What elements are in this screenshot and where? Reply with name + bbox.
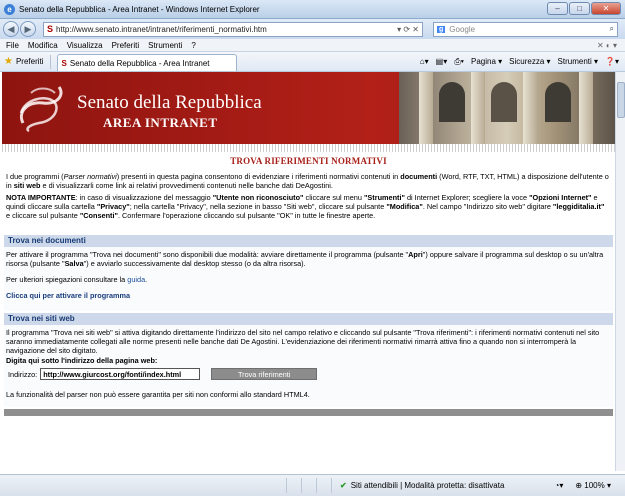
command-bar: ⌂▾ ▤▾ ⎙▾ Pagina ▾ Sicurezza ▾ Strumenti … — [413, 57, 625, 67]
cmd-sicurezza[interactable]: Sicurezza ▾ — [509, 57, 550, 66]
minimize-button[interactable]: – — [547, 2, 568, 15]
cmd-strumenti[interactable]: Strumenti ▾ — [558, 57, 598, 66]
internet-explorer-icon: e — [4, 3, 15, 15]
building-photo — [399, 72, 615, 144]
dotted-separator — [2, 144, 615, 152]
status-bar: ✔ Siti attendibili | Modalità protetta: … — [0, 474, 625, 496]
print-icon[interactable]: ⎙▾ — [454, 57, 464, 67]
window-title: Senato della Repubblica - Area Intranet … — [19, 4, 260, 14]
activate-program-link[interactable]: Clicca qui per attivare il programma — [6, 291, 610, 300]
site-banner: Senato della Repubblica AREA INTRANET — [2, 72, 615, 144]
vertical-scrollbar[interactable] — [615, 72, 625, 471]
page-title: TROVA RIFERIMENTI NORMATIVI — [230, 156, 387, 166]
google-icon: g — [437, 25, 446, 33]
web-text: Il programma "Trova nei siti web" si att… — [6, 328, 600, 355]
menu-file[interactable]: File — [6, 41, 19, 50]
footer-bar — [4, 409, 613, 416]
section-web-heading: Trova nei siti web — [4, 313, 613, 325]
favorites-star-icon[interactable]: ★ — [4, 56, 13, 67]
menu-modifica[interactable]: Modifica — [28, 41, 58, 50]
search-placeholder: Google — [449, 24, 476, 34]
banner-subtitle: AREA INTRANET — [103, 115, 218, 130]
trusted-check-icon: ✔ — [340, 481, 347, 490]
tab-title: Senato della Repubblica - Area Intranet — [69, 58, 210, 68]
feeds-icon[interactable]: ▤▾ — [436, 57, 448, 66]
menu-strumenti[interactable]: Strumenti — [148, 41, 182, 50]
home-icon[interactable]: ⌂▾ — [420, 57, 429, 66]
help-icon[interactable]: ❓▾ — [605, 57, 619, 66]
menu-visualizza[interactable]: Visualizza — [67, 41, 103, 50]
refresh-stop-icons[interactable]: ▾ ⟳ ✕ — [397, 25, 422, 34]
search-input[interactable]: g Google ⌕ — [433, 21, 618, 37]
back-button[interactable]: ◀ — [3, 21, 19, 37]
scrollbar-thumb[interactable] — [617, 82, 625, 118]
important-note: NOTA IMPORTANTE: in caso di visualizzazi… — [6, 193, 605, 220]
input-label: Indirizzo: — [8, 369, 38, 379]
guide-link[interactable]: guida — [127, 275, 145, 284]
maximize-button[interactable]: □ — [569, 2, 590, 15]
site-address-input[interactable] — [40, 368, 201, 380]
senato-logo — [19, 86, 63, 133]
menu-preferiti[interactable]: Preferiti — [112, 41, 140, 50]
address-toolbar: ◀ ▶ S http://www.senato.intranet/intrane… — [0, 19, 625, 39]
forward-button[interactable]: ▶ — [20, 21, 36, 37]
status-cells — [272, 478, 332, 493]
input-heading: Digita qui sotto l'indirizzo della pagin… — [6, 356, 158, 365]
status-tools-icon[interactable]: ◔▾ — [554, 481, 563, 490]
menu-help[interactable]: ? — [191, 41, 195, 50]
separator — [49, 54, 51, 69]
toolbar-extras-icon[interactable]: ✕ ◐ ▾ — [597, 41, 617, 50]
menu-bar: File Modifica Visualizza Preferiti Strum… — [0, 39, 625, 52]
favorites-bar: ★ Preferiti S Senato della Repubblica - … — [0, 52, 625, 72]
page-content: Senato della Repubblica AREA INTRANET TR… — [2, 72, 615, 471]
banner-title: Senato della Repubblica — [77, 92, 262, 113]
guide-line: Per ulteriori spiegazioni consultare la … — [6, 275, 148, 284]
search-icon[interactable]: ⌕ — [610, 24, 614, 34]
docs-text: Per attivare il programma "Trova nei doc… — [6, 250, 604, 268]
close-window-button[interactable]: ✕ — [591, 2, 621, 15]
tab-favicon-icon: S — [61, 58, 67, 68]
security-zone-text[interactable]: Siti attendibili | Modalità protetta: di… — [351, 481, 505, 490]
address-row: Indirizzo: Trova riferimenti — [8, 368, 318, 380]
url-text: http://www.senato.intranet/intranet/rife… — [56, 24, 267, 34]
tab-active[interactable]: S Senato della Repubblica - Area Intrane… — [56, 54, 237, 71]
intro-paragraph: I due programmi (Parser normativi) prese… — [6, 172, 609, 190]
site-favicon-icon: S — [47, 24, 54, 34]
find-references-button[interactable]: Trova riferimenti — [211, 368, 318, 380]
favorites-label[interactable]: Preferiti — [16, 57, 44, 66]
disclaimer: La funzionalità del parser non può esser… — [6, 390, 310, 399]
address-input[interactable]: S http://www.senato.intranet/intranet/ri… — [43, 21, 423, 37]
window-title-bar: e Senato della Repubblica - Area Intrane… — [0, 0, 625, 19]
section-docs-heading: Trova nei documenti — [4, 235, 613, 247]
zoom-level[interactable]: ⊕ 100% ▾ — [575, 481, 611, 490]
cmd-pagina[interactable]: Pagina ▾ — [471, 57, 502, 66]
